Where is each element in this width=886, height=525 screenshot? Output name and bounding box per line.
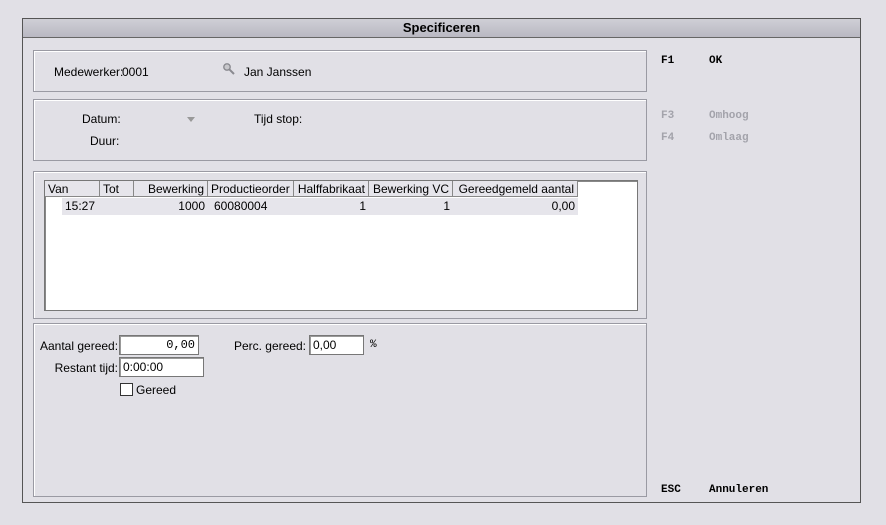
f4-key[interactable]: F4 <box>661 132 674 144</box>
col-header-van[interactable]: Van <box>45 181 100 197</box>
window-title: Specificeren <box>23 19 860 38</box>
col-header-tot[interactable]: Tot <box>100 181 134 197</box>
employee-label: Medewerker: <box>54 65 124 79</box>
search-icon[interactable] <box>222 62 236 76</box>
table-panel: Van Tot Bewerking Productieorder Halffab… <box>33 171 647 319</box>
cell-bewerking-vc: 1 <box>443 199 450 213</box>
duur-label: Duur: <box>90 134 120 148</box>
omhoog-action[interactable]: Omhoog <box>709 110 749 122</box>
col-header-bewerking-vc[interactable]: Bewerking VC <box>369 181 453 197</box>
aantal-gereed-input[interactable] <box>119 335 199 355</box>
omlaag-action[interactable]: Omlaag <box>709 132 749 144</box>
col-header-gereedgemeld-aantal[interactable]: Gereedgemeld aantal <box>453 181 578 197</box>
time-panel: Datum: Tijd stop: Duur: <box>33 99 647 161</box>
cell-productieorder: 60080004 <box>214 199 268 213</box>
col-header-productieorder[interactable]: Productieorder <box>208 181 294 197</box>
perc-gereed-label: Perc. gereed: <box>233 339 306 353</box>
perc-unit: % <box>370 339 377 351</box>
form-panel: Aantal gereed: Perc. gereed: % Restant t… <box>33 323 647 497</box>
cell-tot <box>100 198 134 215</box>
col-header-bewerking[interactable]: Bewerking <box>134 181 208 197</box>
aantal-gereed-label: Aantal gereed: <box>40 339 119 353</box>
gereed-label[interactable]: Gereed <box>136 383 176 397</box>
restant-tijd-label: Restant tijd: <box>54 361 118 375</box>
col-header-halffabrikaat[interactable]: Halffabrikaat <box>294 181 369 197</box>
ok-action[interactable]: OK <box>709 55 722 67</box>
gereed-checkbox[interactable] <box>120 383 133 396</box>
restant-tijd-input[interactable] <box>119 357 204 377</box>
cell-halffabrikaat: 1 <box>359 199 366 213</box>
f1-key[interactable]: F1 <box>661 55 674 67</box>
annuleren-action[interactable]: Annuleren <box>709 484 768 496</box>
perc-gereed-input[interactable] <box>309 335 364 355</box>
f3-key[interactable]: F3 <box>661 110 674 122</box>
tijd-stop-label: Tijd stop: <box>254 112 303 126</box>
employee-panel: Medewerker: 0001 Jan Janssen <box>33 50 647 92</box>
datum-dropdown-arrow[interactable] <box>187 117 195 122</box>
employee-code: 0001 <box>122 65 149 79</box>
esc-key[interactable]: ESC <box>661 484 681 496</box>
specificeren-window: Specificeren Medewerker: 0001 Jan Jansse… <box>22 18 861 503</box>
datum-label: Datum: <box>82 112 121 126</box>
cell-gereedgemeld-aantal: 0,00 <box>551 199 575 213</box>
cell-bewerking: 1000 <box>178 199 205 213</box>
operations-table[interactable]: Van Tot Bewerking Productieorder Halffab… <box>44 180 638 311</box>
employee-name: Jan Janssen <box>244 65 312 79</box>
